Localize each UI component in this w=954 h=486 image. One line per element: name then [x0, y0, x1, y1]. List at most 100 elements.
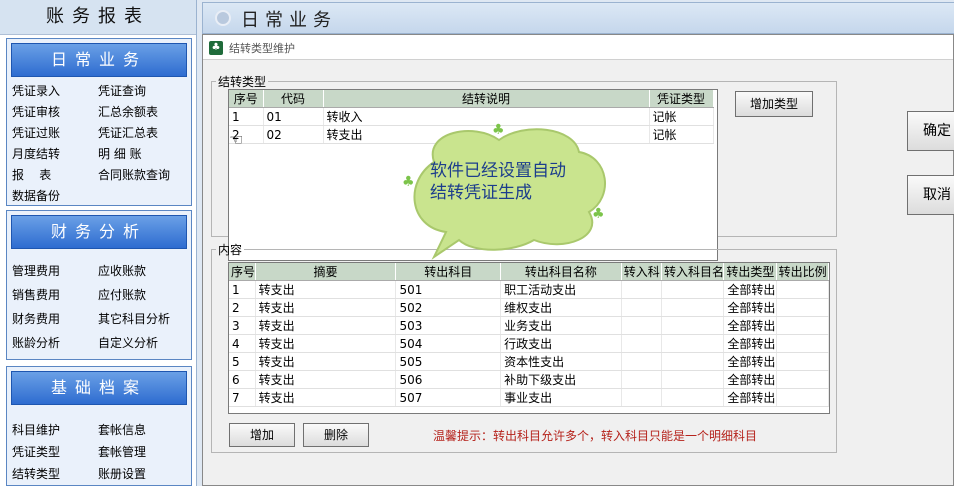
- content-col-out-account-name[interactable]: 转出科目名称: [500, 263, 622, 281]
- content-grid[interactable]: 序号 摘要 转出科目 转出科目名称 转入科目 转入科目名称 转出类型 转出比例 …: [228, 262, 830, 414]
- nav-link-closing-type[interactable]: 结转类型: [12, 465, 60, 482]
- table-cell: 业务支出: [500, 316, 622, 335]
- table-row[interactable]: 6 转支出 506 补助下级支出 全部转出: [229, 370, 829, 389]
- nav-link-custom-analysis[interactable]: 自定义分析: [98, 334, 158, 351]
- type-col-code[interactable]: 代码: [263, 90, 324, 108]
- table-cell: [661, 388, 725, 407]
- nav-link-balance-summary[interactable]: 汇总余额表: [98, 103, 158, 120]
- table-cell: 2: [229, 298, 256, 317]
- content-col-out-ratio[interactable]: 转出比例: [776, 263, 829, 281]
- type-col-desc[interactable]: 结转说明: [323, 90, 650, 108]
- table-cell: 转支出: [255, 352, 397, 371]
- cancel-button[interactable]: 取消: [907, 175, 954, 215]
- nav-link-voucher-query[interactable]: 凭证查询: [98, 82, 146, 99]
- table-cell: 行政支出: [500, 334, 622, 353]
- nav-link-voucher-audit[interactable]: 凭证审核: [12, 103, 60, 120]
- table-cell: 全部转出: [723, 298, 777, 317]
- table-cell: [621, 334, 663, 353]
- nav-link-voucher-entry[interactable]: 凭证录入: [12, 82, 60, 99]
- table-row[interactable]: 5 转支出 505 资本性支出 全部转出: [229, 352, 829, 371]
- window-titlebar: ♣ 结转类型维护: [203, 35, 953, 60]
- table-cell: [661, 280, 725, 299]
- table-cell: 504: [395, 334, 502, 353]
- nav-link-voucher-type[interactable]: 凭证类型: [12, 443, 60, 460]
- nav-link-ledger-management[interactable]: 套帐管理: [98, 443, 146, 460]
- content-col-summary[interactable]: 摘要: [255, 263, 397, 281]
- nav-link-book-settings[interactable]: 账册设置: [98, 465, 146, 482]
- table-cell: 全部转出: [723, 370, 777, 389]
- content-col-in-account-name[interactable]: 转入科目名称: [661, 263, 725, 281]
- table-cell: [661, 316, 725, 335]
- nav-title: 账务报表: [0, 0, 196, 35]
- nav-link-voucher-posting[interactable]: 凭证过账: [12, 124, 60, 141]
- table-cell: 职工活动支出: [500, 280, 622, 299]
- table-row[interactable]: 1 转支出 501 职工活动支出 全部转出: [229, 280, 829, 299]
- nav-link-data-backup[interactable]: 数据备份: [12, 187, 60, 204]
- table-cell: [621, 316, 663, 335]
- nav-link-mgmt-expense[interactable]: 管理费用: [12, 262, 60, 279]
- table-cell: 转支出: [255, 388, 397, 407]
- nav-link-ledger-info[interactable]: 套帐信息: [98, 421, 146, 438]
- nav-link-account-maintenance[interactable]: 科目维护: [12, 421, 60, 438]
- nav-link-other-analysis[interactable]: 其它科目分析: [98, 310, 170, 327]
- clover-icon: ♣: [402, 174, 415, 190]
- nav-link-voucher-summary[interactable]: 凭证汇总表: [98, 124, 158, 141]
- nav-link-receivables[interactable]: 应收账款: [98, 262, 146, 279]
- nav-link-monthly-closing[interactable]: 月度结转: [12, 145, 60, 162]
- add-button[interactable]: 增加: [229, 423, 295, 447]
- table-cell: 事业支出: [500, 388, 622, 407]
- table-cell: [661, 370, 725, 389]
- table-cell: [621, 280, 663, 299]
- type-col-voucher-type[interactable]: 凭证类型: [649, 90, 714, 108]
- content-col-in-account[interactable]: 转入科目: [621, 263, 663, 281]
- table-cell: 5: [229, 352, 256, 371]
- table-cell: 01: [263, 107, 324, 126]
- app-icon: ♣: [209, 41, 223, 55]
- main-header: 日常业务: [202, 2, 954, 34]
- table-cell: [776, 298, 829, 317]
- nav-link-payables[interactable]: 应付账款: [98, 286, 146, 303]
- table-cell: [776, 370, 829, 389]
- section-analysis-header[interactable]: 财务分析: [11, 215, 187, 249]
- table-cell: [776, 334, 829, 353]
- content-col-no[interactable]: 序号: [229, 263, 256, 281]
- table-cell: 502: [395, 298, 502, 317]
- nav-link-ledger-detail[interactable]: 明 细 账: [98, 145, 142, 162]
- table-cell: 02: [263, 125, 324, 144]
- table-cell: 转支出: [255, 280, 397, 299]
- content-col-out-type[interactable]: 转出类型: [723, 263, 777, 281]
- table-row[interactable]: 3 转支出 503 业务支出 全部转出: [229, 316, 829, 335]
- type-col-no[interactable]: 序号: [229, 90, 264, 108]
- table-cell: 全部转出: [723, 334, 777, 353]
- table-cell: 记帐: [649, 125, 714, 144]
- section-basic-header[interactable]: 基础档案: [11, 371, 187, 405]
- table-row[interactable]: 2 转支出 502 维权支出 全部转出: [229, 298, 829, 317]
- table-cell: 转支出: [255, 334, 397, 353]
- nav-link-contract-query[interactable]: 合同账款查询: [98, 166, 170, 183]
- nav-link-aging-analysis[interactable]: 账龄分析: [12, 334, 60, 351]
- nav-link-reports[interactable]: 报 表: [12, 166, 51, 183]
- table-cell: 记帐: [649, 107, 714, 126]
- section-daily-header[interactable]: 日常业务: [11, 43, 187, 77]
- table-cell: 501: [395, 280, 502, 299]
- nav-link-finance-expense[interactable]: 财务费用: [12, 310, 60, 327]
- table-cell: 4: [229, 334, 256, 353]
- content-col-out-account[interactable]: 转出科目: [395, 263, 502, 281]
- table-row[interactable]: 7 转支出 507 事业支出 全部转出: [229, 388, 829, 407]
- hint-text: 温馨提示：转出科目允许多个，转入科目只能是一个明细科目: [433, 429, 758, 443]
- type-group-legend: 结转类型: [218, 75, 267, 89]
- table-cell: 7: [229, 388, 256, 407]
- table-cell: 补助下级支出: [500, 370, 622, 389]
- main-header-title: 日常业务: [241, 10, 337, 31]
- table-cell: 507: [395, 388, 502, 407]
- nav-link-sales-expense[interactable]: 销售费用: [12, 286, 60, 303]
- table-cell: [621, 370, 663, 389]
- table-row[interactable]: 4 转支出 504 行政支出 全部转出: [229, 334, 829, 353]
- clover-icon: ♣: [592, 206, 605, 222]
- add-type-button[interactable]: 增加类型: [735, 91, 813, 117]
- table-cell: 6: [229, 370, 256, 389]
- table-cell: 1: [229, 107, 264, 126]
- confirm-button[interactable]: 确定: [907, 111, 954, 151]
- table-cell: [661, 298, 725, 317]
- delete-button[interactable]: 删除: [303, 423, 369, 447]
